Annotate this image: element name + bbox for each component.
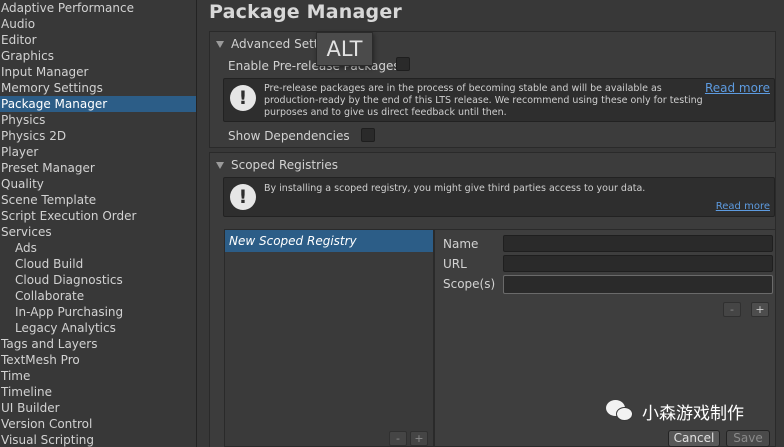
scoped-registries-helpbox: ! By installing a scoped registry, you m… <box>223 177 775 217</box>
sidebar-item[interactable]: UI Builder <box>0 400 196 416</box>
sidebar-item[interactable]: Memory Settings <box>0 80 196 96</box>
sidebar-item[interactable]: Collaborate <box>0 288 196 304</box>
prerelease-help-text: Pre-release packages are in the process … <box>264 83 703 119</box>
foldout-arrow-icon <box>216 40 224 48</box>
sidebar-item[interactable]: Script Execution Order <box>0 208 196 224</box>
sidebar-item[interactable]: Tags and Layers <box>0 336 196 352</box>
registry-scope-input[interactable] <box>503 275 773 294</box>
main-panel: Package Manager Advanced Settings Enable… <box>198 0 784 447</box>
save-button[interactable]: Save <box>726 430 770 447</box>
sidebar-item[interactable]: Timeline <box>0 384 196 400</box>
prerelease-help-line: Pre-release packages are in the process … <box>264 83 662 94</box>
prerelease-help-line: purposes and to give us direct feedback … <box>264 107 507 118</box>
prerelease-read-more-link[interactable]: Read more <box>705 81 770 95</box>
sidebar-item[interactable]: Cloud Build <box>0 256 196 272</box>
sidebar-item[interactable]: Preset Manager <box>0 160 196 176</box>
sidebar-item[interactable]: Input Manager <box>0 64 196 80</box>
scopes-label: Scope(s) <box>443 277 496 291</box>
settings-sidebar: Adaptive Performance Audio Editor Graphics I… <box>0 0 197 447</box>
sidebar-item[interactable]: Player <box>0 144 196 160</box>
sidebar-item[interactable]: Scene Template <box>0 192 196 208</box>
sidebar-item[interactable]: Services <box>0 224 196 240</box>
remove-scope-button[interactable]: - <box>723 302 741 317</box>
scoped-registries-foldout[interactable]: Scoped Registries <box>216 157 338 173</box>
prerelease-helpbox: ! Pre-release packages are in the proces… <box>223 78 775 122</box>
enable-prerelease-label: Enable Pre-release Packages <box>228 59 400 73</box>
sidebar-item[interactable]: In-App Purchasing <box>0 304 196 320</box>
enable-prerelease-checkbox[interactable] <box>396 57 410 71</box>
watermark-text: 小森游戏制作 <box>642 403 744 424</box>
foldout-arrow-icon <box>216 161 224 169</box>
wechat-icon <box>606 399 636 423</box>
add-scope-button[interactable]: + <box>751 302 769 317</box>
sidebar-item[interactable]: Graphics <box>0 48 196 64</box>
sidebar-item[interactable]: Ads <box>0 240 196 256</box>
sidebar-item[interactable]: TextMesh Pro <box>0 352 196 368</box>
registry-list: New Scoped Registry - + <box>224 229 434 447</box>
registry-list-item[interactable]: New Scoped Registry <box>225 230 433 252</box>
watermark: 小森游戏制作 <box>606 397 744 425</box>
sidebar-item[interactable]: Quality <box>0 176 196 192</box>
sidebar-item[interactable]: Time <box>0 368 196 384</box>
alt-tooltip: ALT <box>316 32 373 66</box>
sidebar-item[interactable]: Visual Scripting <box>0 432 196 447</box>
remove-registry-button[interactable]: - <box>389 431 407 446</box>
page-title: Package Manager <box>209 1 402 23</box>
cancel-button[interactable]: Cancel <box>668 430 720 447</box>
url-label: URL <box>443 257 467 271</box>
show-dependencies-label: Show Dependencies <box>228 129 350 143</box>
show-dependencies-checkbox[interactable] <box>361 128 375 142</box>
warning-icon: ! <box>230 85 256 111</box>
sidebar-item[interactable]: Version Control <box>0 416 196 432</box>
sidebar-item[interactable]: Adaptive Performance <box>0 0 196 16</box>
sidebar-item[interactable]: Physics 2D <box>0 128 196 144</box>
add-registry-button[interactable]: + <box>410 431 428 446</box>
sidebar-item[interactable]: Cloud Diagnostics <box>0 272 196 288</box>
registry-url-input[interactable] <box>503 255 773 272</box>
warning-icon: ! <box>230 184 256 210</box>
sidebar-item[interactable]: Legacy Analytics <box>0 320 196 336</box>
registry-name-input[interactable] <box>503 235 773 252</box>
sidebar-item[interactable]: Physics <box>0 112 196 128</box>
name-label: Name <box>443 237 479 251</box>
scoped-read-more-link[interactable]: Read more <box>716 201 770 212</box>
sidebar-item[interactable]: Audio <box>0 16 196 32</box>
scoped-help-text: By installing a scoped registry, you mig… <box>264 183 646 194</box>
prerelease-help-line: production-ready by the end of this LTS … <box>264 95 703 106</box>
sidebar-item[interactable]: Editor <box>0 32 196 48</box>
sidebar-item[interactable]: Package Manager <box>0 96 196 112</box>
scoped-registries-header: Scoped Registries <box>231 158 338 172</box>
